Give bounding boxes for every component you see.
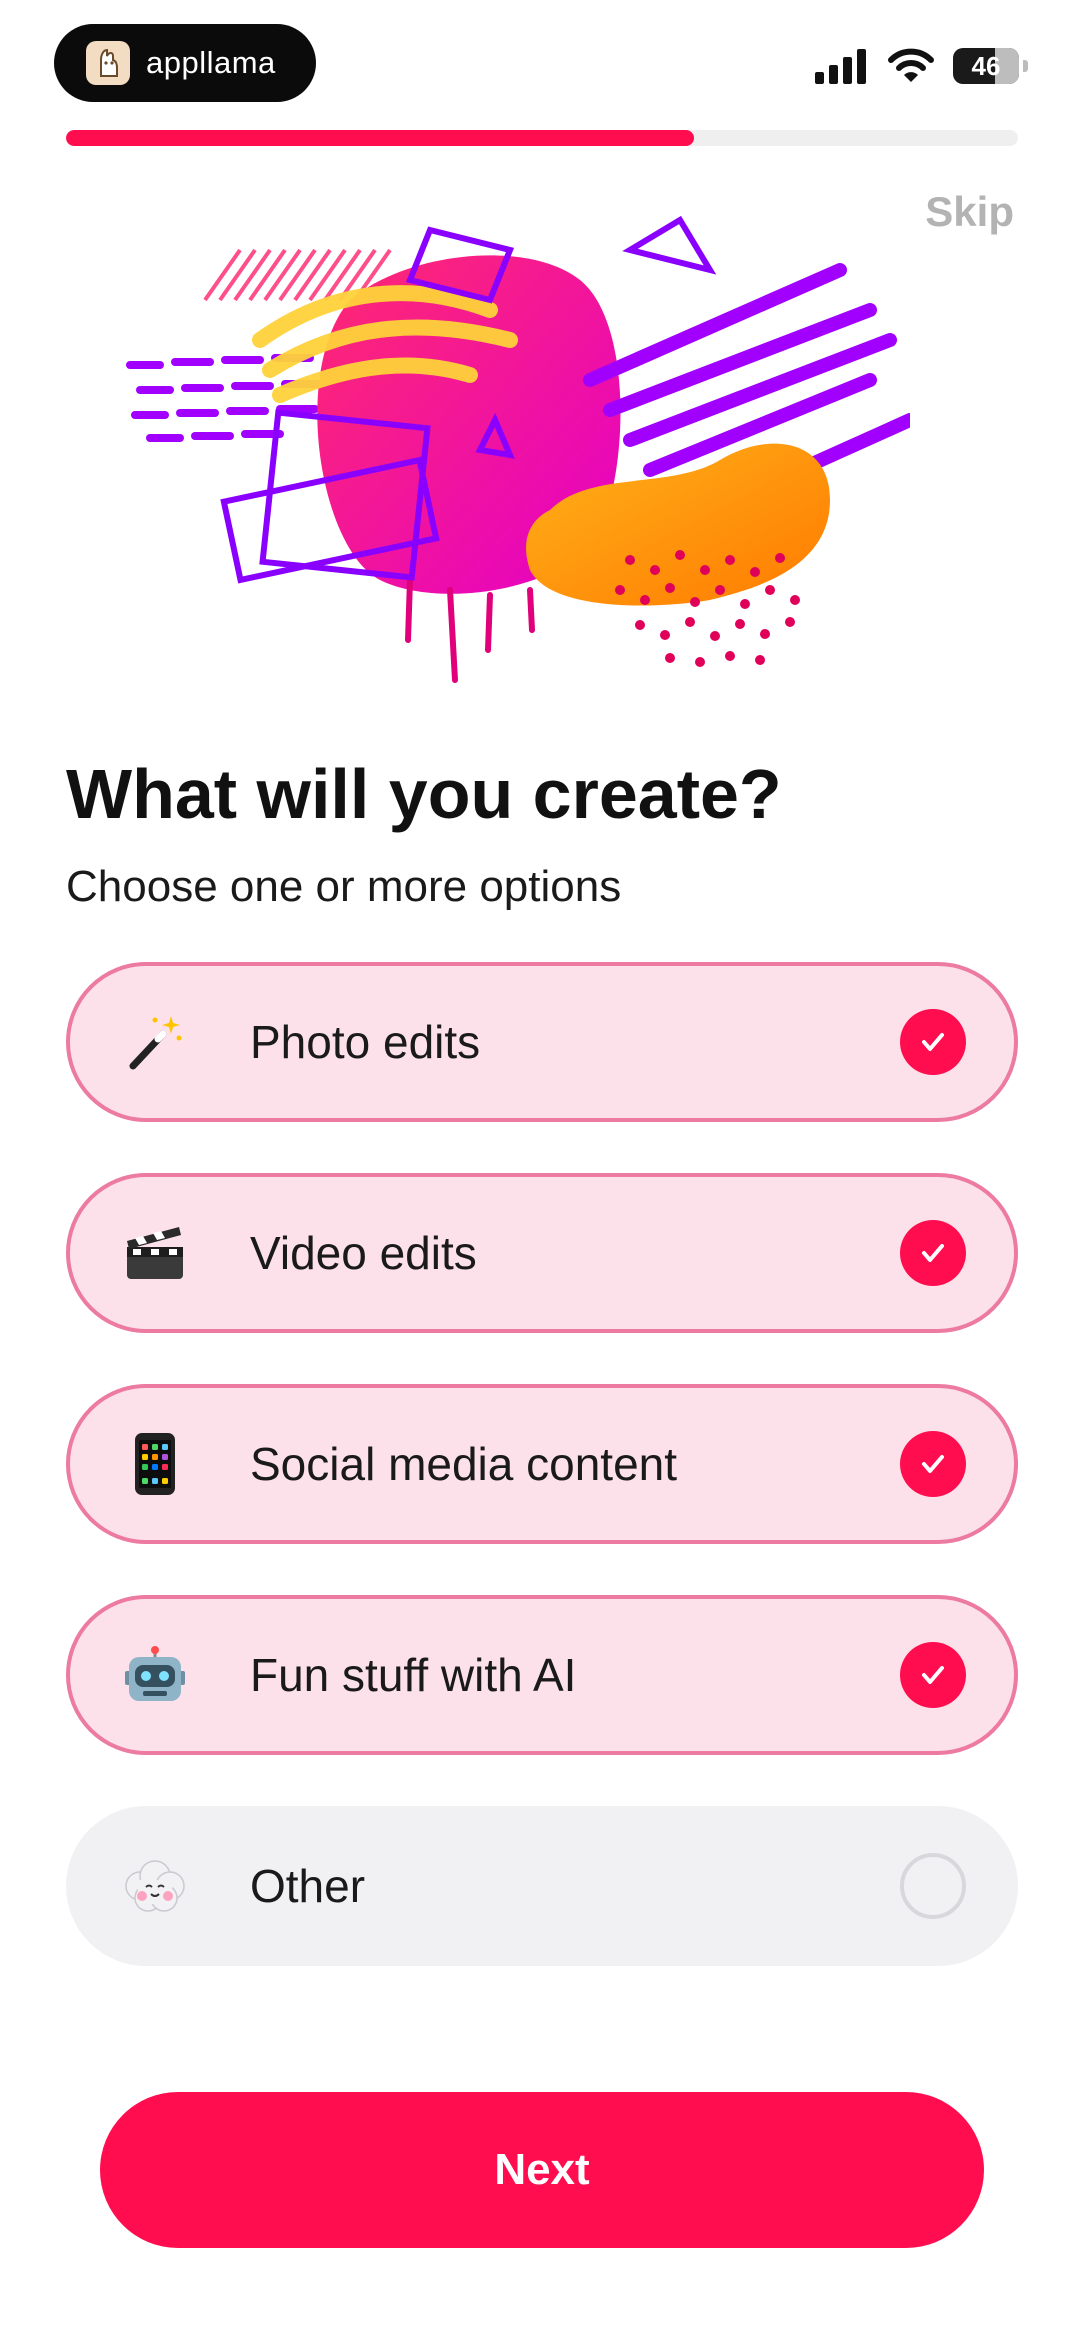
option-label: Fun stuff with AI [250,1649,577,1701]
battery-indicator: 46 [953,48,1019,84]
battery-tip [1023,60,1028,72]
checkmark-icon [900,1009,966,1075]
magic-wand-icon [120,1012,190,1072]
page-title: What will you create? [66,755,782,833]
option-label: Video edits [250,1227,477,1279]
option-fun-stuff-with-ai[interactable]: Fun stuff with AI [66,1595,1018,1755]
wifi-icon [888,48,934,82]
app-badge: appllama [54,24,316,102]
option-photo-edits[interactable]: Photo edits [66,962,1018,1122]
checkmark-icon [900,1431,966,1497]
page-subtitle: Choose one or more options [66,862,622,911]
option-other[interactable]: Other [66,1806,1018,1966]
option-label: Photo edits [250,1016,481,1068]
option-label: Other [250,1860,366,1912]
unchecked-circle-icon [900,1853,966,1919]
llama-logo-icon [86,41,130,85]
option-label: Social media content [250,1438,678,1490]
mobile-phone-icon [120,1431,190,1497]
abstract-art-illustration [126,215,910,683]
cellular-signal-icon [815,49,866,84]
next-button[interactable]: Next [100,2092,984,2248]
options-list: Photo edits Video edits Social media con… [66,962,1018,2017]
checkmark-icon [900,1642,966,1708]
battery-level: 46 [971,51,1001,81]
app-name: appllama [146,45,276,80]
progress-fill [66,130,695,146]
option-social-media-content[interactable]: Social media content [66,1384,1018,1544]
onboarding-progress-bar [66,130,1018,146]
clapper-board-icon [120,1223,190,1283]
option-video-edits[interactable]: Video edits [66,1173,1018,1333]
cloud-face-icon [120,1856,190,1916]
checkmark-icon [900,1220,966,1286]
status-icons: 46 [813,48,1028,84]
skip-button[interactable]: Skip [925,188,1014,236]
robot-icon [120,1645,190,1705]
